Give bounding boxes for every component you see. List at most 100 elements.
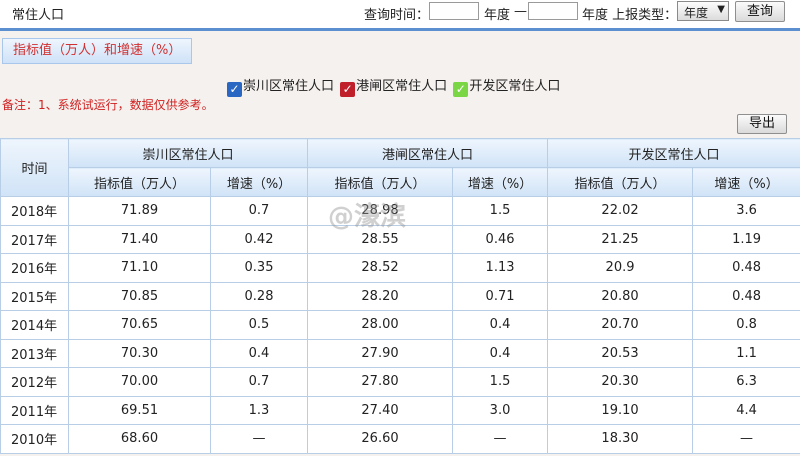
- value-cell: 28.20: [307, 281, 454, 311]
- range-dash: —: [514, 4, 527, 19]
- year-cell: 2010年: [0, 424, 69, 454]
- value-cell: 20.9: [547, 253, 694, 283]
- year-cell: 2016年: [0, 253, 69, 283]
- growth-cell: —: [209, 424, 309, 454]
- dropdown-arrow-icon: ▼: [717, 4, 725, 15]
- start-year-input[interactable]: [429, 2, 479, 20]
- value-cell: 27.40: [307, 395, 454, 425]
- value-cell: 19.10: [547, 395, 694, 425]
- query-time-label: 查询时间：: [364, 8, 430, 23]
- growth-header: 增速（%）: [692, 167, 800, 197]
- year-cell: 2018年: [0, 196, 69, 226]
- checkbox-checked-icon[interactable]: ✓: [227, 82, 242, 97]
- value-cell: 70.85: [68, 281, 211, 311]
- growth-cell: 0.8: [692, 310, 800, 340]
- value-header: 指标值（万人）: [68, 167, 211, 197]
- value-cell: 20.53: [547, 338, 694, 368]
- legend-item-gangzha[interactable]: ✓ 港闸区常住人口: [340, 75, 447, 97]
- value-cell: 68.60: [68, 424, 211, 454]
- report-type-value: 年度: [684, 6, 709, 20]
- growth-cell: 0.5: [209, 310, 309, 340]
- year-cell: 2013年: [0, 338, 69, 368]
- growth-cell: 3.6: [692, 196, 800, 226]
- report-type-label: 年度 上报类型：: [582, 8, 678, 23]
- value-header: 指标值（万人）: [307, 167, 454, 197]
- start-year-unit-label: 年度: [484, 8, 511, 23]
- growth-header: 增速（%）: [209, 167, 309, 197]
- population-table: 时间 崇川区常住人口 港闸区常住人口 开发区常住人口 指标值（万人） 增速（%）…: [0, 138, 800, 454]
- value-cell: 71.40: [68, 224, 211, 254]
- value-cell: 27.80: [307, 367, 454, 397]
- growth-cell: 0.4: [209, 338, 309, 368]
- growth-cell: 1.13: [452, 253, 549, 283]
- value-cell: 69.51: [68, 395, 211, 425]
- value-cell: 71.10: [68, 253, 211, 283]
- value-cell: 27.90: [307, 338, 454, 368]
- growth-cell: 0.48: [692, 253, 800, 283]
- legend-label: 港闸区常住人口: [356, 79, 448, 94]
- value-cell: 20.70: [547, 310, 694, 340]
- page-title: 常住人口: [12, 8, 65, 23]
- value-cell: 22.02: [547, 196, 694, 226]
- legend-item-chongchuan[interactable]: ✓ 崇川区常住人口: [227, 75, 334, 97]
- table-row: 2013年 70.30 0.4 27.90 0.4 20.53 1.1: [0, 338, 800, 368]
- growth-cell: 0.46: [452, 224, 549, 254]
- year-cell: 2011年: [0, 395, 69, 425]
- export-button[interactable]: 导出: [737, 114, 787, 134]
- growth-cell: 4.4: [692, 395, 800, 425]
- legend-label: 开发区常住人口: [469, 79, 561, 94]
- table-body: 2018年 71.89 0.7 28.98 1.5 22.02 3.6 2017年 71.40 0…: [0, 196, 800, 454]
- query-bar: 常住人口 查询时间： 年度 — 年度 上报类型： 年度 ▼ 查询: [0, 0, 800, 31]
- growth-cell: 0.71: [452, 281, 549, 311]
- value-cell: 71.89: [68, 196, 211, 226]
- table-row: 2010年 68.60—26.60—18.30—: [0, 424, 800, 454]
- metric-tab[interactable]: 指标值（万人）和增速（%）: [2, 38, 192, 64]
- growth-cell: 3.0: [452, 395, 549, 425]
- year-cell: 2012年: [0, 367, 69, 397]
- table-row: 2014年 70.65 0.5 28.00 0.4 20.70 0.8: [0, 310, 800, 340]
- value-cell: 70.00: [68, 367, 211, 397]
- growth-cell: 6.3: [692, 367, 800, 397]
- growth-cell: 0.28: [209, 281, 309, 311]
- growth-cell: 0.4: [452, 338, 549, 368]
- year-cell: 2014年: [0, 310, 69, 340]
- value-cell: 70.65: [68, 310, 211, 340]
- growth-cell: —: [452, 424, 549, 454]
- growth-cell: 0.35: [209, 253, 309, 283]
- value-header: 指标值（万人）: [547, 167, 694, 197]
- group-header-kaifaqu: 开发区常住人口: [547, 138, 800, 168]
- growth-cell: 1.5: [452, 367, 549, 397]
- group-header-gangzha: 港闸区常住人口: [307, 138, 549, 168]
- table-row: 2011年 69.51 1.3 27.40 3.0 19.10 4.4: [0, 395, 800, 425]
- growth-header: 增速（%）: [452, 167, 549, 197]
- growth-cell: —: [692, 424, 800, 454]
- growth-cell: 1.1: [692, 338, 800, 368]
- disclaimer-note: 备注：1、系统试运行，数据仅供参考。: [2, 98, 214, 112]
- legend-item-kaifaqu[interactable]: ✓ 开发区常住人口: [453, 75, 560, 97]
- growth-cell: 0.48: [692, 281, 800, 311]
- value-cell: 20.30: [547, 367, 694, 397]
- value-cell: 18.30: [547, 424, 694, 454]
- value-cell: 20.80: [547, 281, 694, 311]
- query-button[interactable]: 查询: [735, 1, 785, 22]
- group-header-chongchuan: 崇川区常住人口: [67, 138, 309, 168]
- table-row: 2016年 71.10 0.35 28.52 1.13 20.9 0.48: [0, 253, 800, 283]
- growth-cell: 0.7: [209, 367, 309, 397]
- year-cell: 2015年: [0, 281, 69, 311]
- checkbox-checked-icon[interactable]: ✓: [453, 82, 469, 97]
- growth-cell: 0.42: [209, 224, 309, 254]
- end-year-input[interactable]: [528, 2, 578, 20]
- growth-cell: 1.5: [452, 196, 549, 226]
- report-type-select[interactable]: 年度 ▼: [677, 1, 729, 21]
- growth-cell: 0.7: [209, 196, 309, 226]
- checkbox-checked-icon[interactable]: ✓: [340, 82, 356, 97]
- legend-label: 崇川区常住人口: [243, 79, 335, 94]
- value-cell: 70.30: [68, 338, 211, 368]
- time-header: 时间: [0, 138, 69, 197]
- growth-cell: 1.3: [209, 395, 309, 425]
- value-cell: 26.60: [307, 424, 454, 454]
- value-cell: 28.52: [307, 253, 454, 283]
- value-cell: 28.00: [307, 310, 454, 340]
- table-row: 2015年 70.85 0.28 28.20 0.71 20.80 0.48: [0, 281, 800, 311]
- year-cell: 2017年: [0, 224, 69, 254]
